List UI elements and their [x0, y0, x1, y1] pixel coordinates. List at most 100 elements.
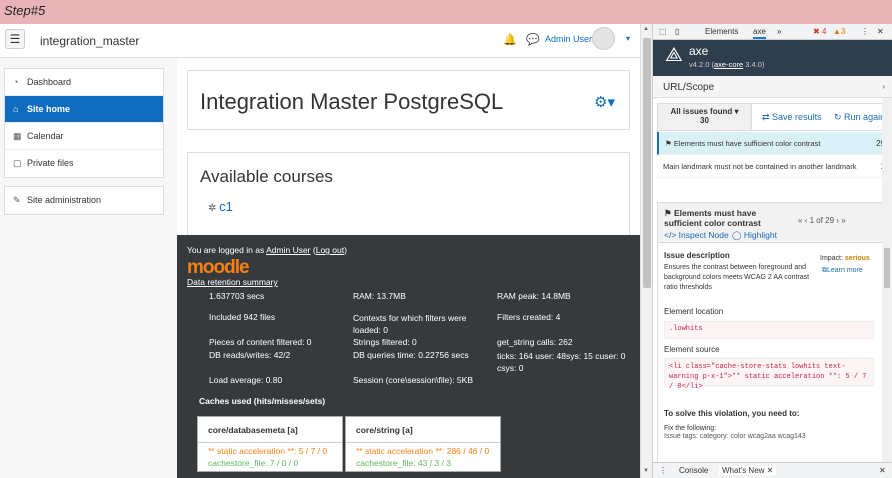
close-drawer-icon[interactable]: ✕	[879, 466, 886, 475]
scroll-up-icon[interactable]: ▲	[643, 26, 649, 32]
chat-icon[interactable]: 💬	[526, 33, 540, 46]
detail-title: ⚑ Elements must have sufficient color co…	[664, 208, 794, 228]
kebab-menu-icon[interactable]: ⋮	[861, 27, 869, 36]
avatar[interactable]	[592, 27, 615, 50]
sidebar-item-private-files[interactable]: ▢ Private files	[5, 150, 163, 177]
perf-load: Load average: 0.80	[209, 375, 283, 385]
axe-scrollbar[interactable]	[882, 98, 892, 462]
all-issues-dropdown[interactable]: All issues found ▾ 30	[658, 104, 752, 130]
caches-heading: Caches used (hits/misses/sets)	[199, 396, 326, 406]
step-label: Step#5	[4, 3, 46, 18]
learn-more-label: Learn more	[827, 267, 863, 274]
version-suffix: 3.4.0)	[743, 60, 765, 69]
url-scope-toggle[interactable]: URL/Scope ›	[653, 76, 892, 98]
refresh-icon: ↻	[834, 112, 845, 122]
device-icon[interactable]: ▯	[675, 27, 679, 36]
flag-icon: ⚑	[665, 139, 674, 148]
gear-icon[interactable]: ⚙▾	[594, 93, 615, 111]
perf-ram-peak: RAM peak: 14.8MB	[497, 291, 571, 301]
sidebar-item-label: Site administration	[27, 195, 102, 205]
issues-count: 30	[700, 116, 709, 125]
sidebar-item-calendar[interactable]: ▦ Calendar	[5, 123, 163, 150]
scrollbar-thumb[interactable]	[884, 248, 890, 288]
issues-toolbar: All issues found ▾ 30 ⇄ Save results ↻ Ru…	[657, 103, 889, 131]
highlight-button[interactable]: ◯ Highlight	[732, 230, 777, 241]
scrollbar-thumb[interactable]	[643, 38, 651, 288]
cache-name: core/databasemeta [a]	[198, 417, 342, 443]
devtools-panel: ⬚ ▯ Elements axe » ✖ 4 ▲3 ⋮ ✕ ⟁ axe v4.2…	[652, 24, 892, 478]
whats-new-label: What's New	[722, 466, 765, 475]
chevron-down-icon[interactable]: ▾	[626, 34, 630, 43]
tab-elements[interactable]: Elements	[705, 27, 738, 36]
issue-description-heading: Issue description	[664, 251, 730, 260]
perf-strings: Strings filtered: 0	[353, 337, 417, 347]
calendar-icon: ▦	[13, 131, 22, 141]
cache-box: core/string [a] ** static acceleration *…	[345, 416, 501, 472]
sidebar-item-dashboard[interactable]: ◔ Dashboard	[5, 69, 163, 96]
tags-label: Issue tags:	[664, 433, 698, 440]
save-results-label: Save results	[772, 112, 822, 122]
tab-console[interactable]: Console	[679, 466, 708, 475]
tag: category: color	[699, 433, 746, 440]
more-tabs-icon[interactable]: »	[777, 27, 781, 36]
sidebar-item-label: Dashboard	[27, 77, 72, 87]
tag: wcag143	[777, 433, 806, 440]
inspect-icon[interactable]: ⬚	[659, 27, 667, 36]
last-page-icon[interactable]: »	[841, 216, 845, 225]
issue-row[interactable]: Main landmark must not be contained in a…	[657, 155, 889, 178]
drawer-menu-icon[interactable]: ⋮	[659, 466, 667, 475]
perf-db-time: DB queries time: 0.22756 secs	[353, 350, 469, 360]
file-icon: ▢	[13, 158, 22, 168]
save-results-button[interactable]: ⇄ Save results	[762, 112, 822, 123]
logged-user-link[interactable]: Admin User	[266, 245, 310, 255]
issue-row[interactable]: ⚑ Elements must have sufficient color co…	[657, 132, 889, 155]
sidebar-item-label: Calendar	[27, 131, 64, 141]
warning-count[interactable]: ▲3	[833, 27, 845, 36]
bell-icon[interactable]: 🔔	[503, 33, 517, 46]
first-page-icon[interactable]: «	[798, 216, 802, 225]
close-icon[interactable]: ✕	[767, 466, 774, 475]
element-source[interactable]: <li class="cache-store-stats lowhits tex…	[664, 358, 874, 391]
inspect-node-button[interactable]: </> Inspect Node	[664, 230, 729, 240]
chevron-right-icon: ›	[882, 82, 885, 91]
tab-axe[interactable]: axe	[753, 27, 766, 39]
scroll-down-icon[interactable]: ▼	[643, 468, 649, 474]
version-prefix: v4.2.0 (	[689, 60, 715, 69]
perf-ticks: ticks: 164 user: 48sys: 15 cuser: 0 csys…	[497, 351, 626, 373]
next-page-icon[interactable]: ›	[836, 216, 839, 225]
axe-logo-icon: ⟁	[665, 44, 683, 66]
course-link[interactable]: ✲ c1	[208, 199, 233, 214]
hamburger-icon[interactable]: ☰	[5, 29, 25, 49]
issue-detail: ⚑ Elements must have sufficient color co…	[657, 202, 889, 476]
issue-description: Ensures the contrast between foreground …	[664, 264, 810, 291]
element-location[interactable]: .lowhits	[664, 321, 874, 339]
perf-ram: RAM: 13.7MB	[353, 291, 406, 301]
element-source-heading: Element source	[664, 345, 720, 354]
run-again-label: Run again	[844, 112, 886, 122]
tab-whats-new[interactable]: What's New ✕	[719, 466, 777, 475]
impact-label: Impact:	[820, 255, 843, 262]
error-count[interactable]: ✖ 4	[813, 27, 826, 36]
cache-file-stats: cachestore_file: 43 / 3 / 3	[356, 458, 451, 468]
pager: « ‹ 1 of 29 › »	[798, 216, 846, 225]
perf-db-rw: DB reads/writes: 42/2	[209, 350, 291, 360]
learn-more-link[interactable]: ⧉Learn more	[822, 267, 863, 275]
perf-session: Session (core\session\file): 5KB	[353, 375, 473, 385]
prev-page-icon[interactable]: ‹	[805, 216, 808, 225]
tag: wcag2aa	[747, 433, 776, 440]
perf-get-string: get_string calls: 262	[497, 337, 573, 347]
sidebar-item-site-administration[interactable]: ✎ Site administration	[5, 187, 163, 214]
cache-box: core/databasemeta [a] ** static accelera…	[197, 416, 343, 472]
logout-link[interactable]: Log out	[316, 245, 344, 255]
axe-core-link[interactable]: axe-core	[714, 60, 743, 69]
cache-static-stats: ** static acceleration **: 5 / 7 / 0	[208, 446, 328, 456]
data-retention-link[interactable]: Data retention summary	[187, 277, 278, 287]
page-scrollbar[interactable]: ▲ ▼	[640, 24, 652, 478]
sidebar-item-site-home[interactable]: ⌂ Site home	[5, 96, 163, 123]
site-name[interactable]: integration_master	[40, 34, 139, 48]
perf-files: Included 942 files	[209, 312, 276, 322]
moodle-logo[interactable]: moodle	[187, 257, 250, 279]
close-icon[interactable]: ✕	[877, 27, 884, 36]
run-again-button[interactable]: ↻ Run again	[834, 112, 885, 123]
user-name[interactable]: Admin User	[545, 34, 592, 44]
